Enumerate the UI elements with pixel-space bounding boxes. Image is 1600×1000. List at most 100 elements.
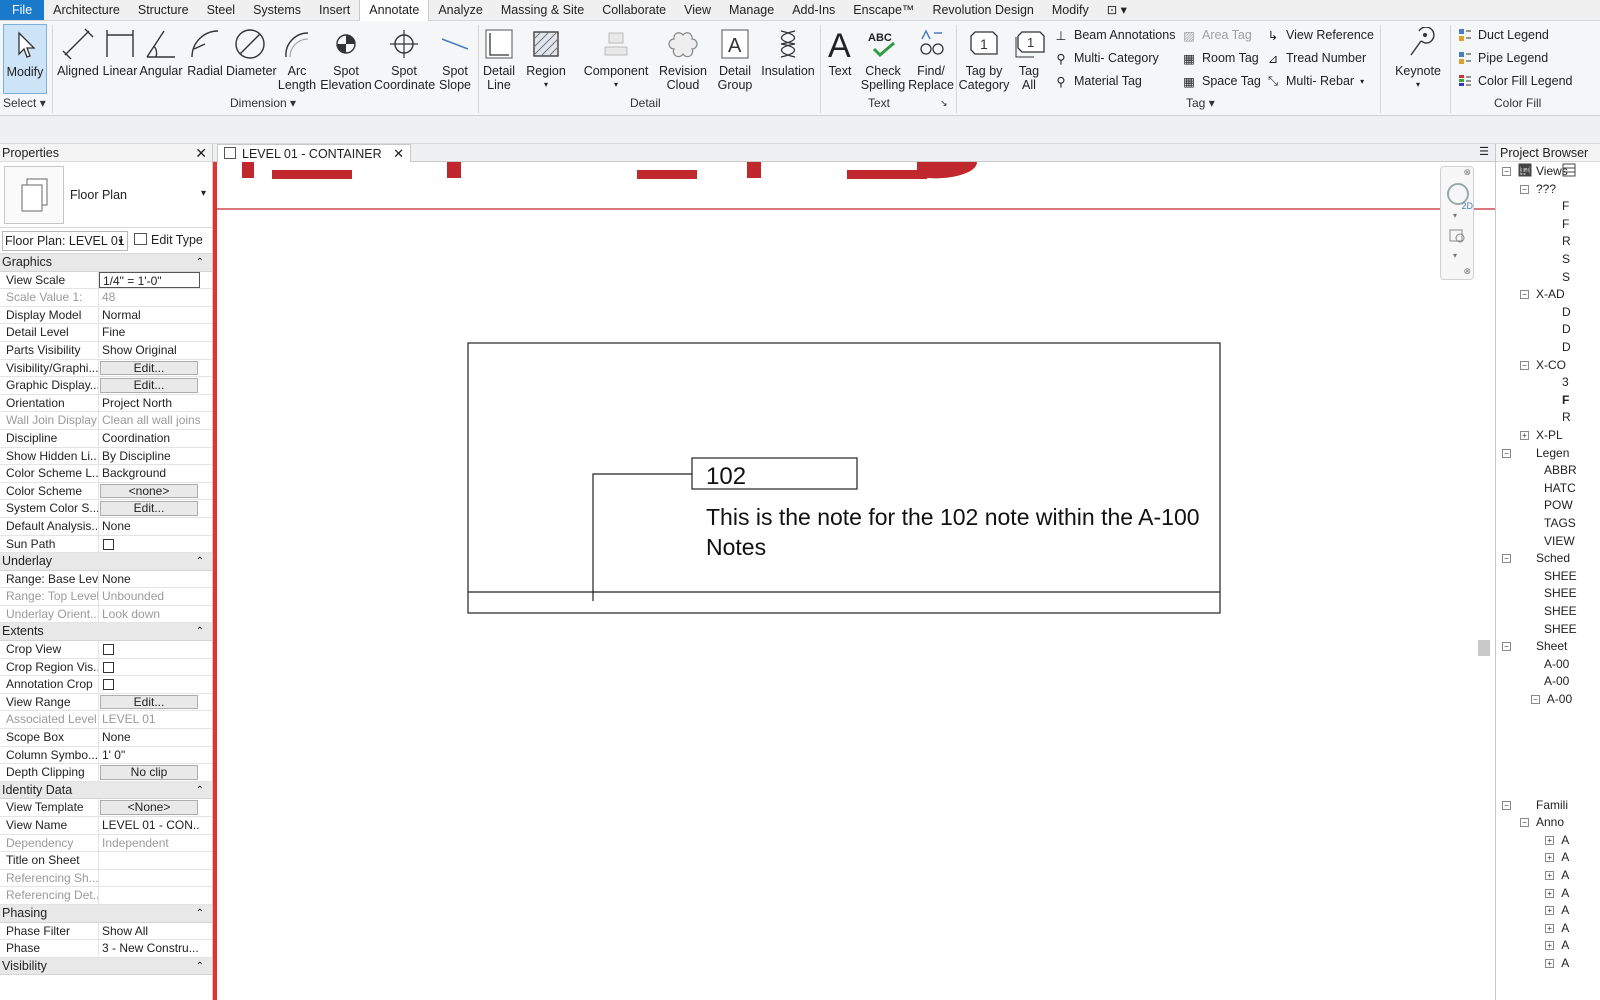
browser-node[interactable]: A (1561, 955, 1569, 972)
detail-group-button[interactable]: A Detail Group (712, 24, 758, 92)
collapse-icon[interactable]: ⌃ (196, 958, 204, 975)
browser-node[interactable]: VIEW (1544, 533, 1575, 550)
revision-cloud-button[interactable]: Revision Cloud (658, 24, 708, 92)
browser-node[interactable]: A (1561, 902, 1569, 919)
property-value[interactable]: Background (99, 465, 200, 482)
browser-node[interactable]: TAGS (1544, 515, 1576, 532)
collapse-icon[interactable]: − (1502, 800, 1511, 810)
browser-node[interactable]: X-PL (1536, 427, 1563, 444)
text-panel-launcher-icon[interactable]: ↘ (940, 98, 948, 109)
find-replace-button[interactable]: Find/Replace (906, 24, 956, 92)
browser-node[interactable]: A (1561, 937, 1569, 954)
insulation-button[interactable]: Insulation (760, 24, 816, 78)
browser-node[interactable]: SHEE (1544, 585, 1577, 602)
zoom-icon[interactable] (1449, 227, 1467, 245)
collapse-icon[interactable]: ⌃ (196, 254, 204, 271)
modify-button[interactable]: Modify (3, 24, 47, 94)
ribbon-tab-annotate[interactable]: Annotate (359, 0, 430, 22)
browser-node[interactable]: ??? (1536, 181, 1556, 198)
area-tag-button[interactable]: ▨ Area Tag (1180, 24, 1252, 46)
ribbon-tab-revolution-design[interactable]: Revolution Design (923, 0, 1042, 20)
property-edit-button[interactable]: Edit... (100, 360, 198, 376)
multi-category-tag-button[interactable]: ⚲ Multi- Category (1052, 47, 1158, 69)
keynote-text-line-1[interactable]: This is the note for the 102 note within… (706, 504, 1200, 530)
collapse-icon[interactable]: − (1520, 290, 1529, 300)
text-button[interactable]: A Text (823, 24, 857, 78)
browser-node[interactable]: Sheet (1536, 638, 1567, 655)
browser-node[interactable]: A-00 (1547, 691, 1572, 708)
close-tab-icon[interactable]: ✕ (393, 146, 404, 161)
browser-node[interactable]: Anno (1536, 814, 1564, 831)
checkbox[interactable] (103, 661, 114, 673)
property-edit-button[interactable]: Edit... (100, 501, 198, 516)
property-value[interactable]: Show Original (99, 342, 200, 359)
expand-icon[interactable]: + (1545, 871, 1555, 880)
browser-node[interactable]: R (1562, 233, 1571, 250)
spot-elevation-button[interactable]: Spot Elevation (320, 24, 372, 92)
expand-icon[interactable]: + (1545, 853, 1555, 863)
browser-node[interactable]: D (1562, 304, 1571, 321)
property-value[interactable]: None (99, 571, 200, 588)
property-value[interactable]: By Discipline (99, 448, 200, 465)
expand-icon[interactable]: + (1520, 431, 1529, 440)
browser-node[interactable]: HATC (1544, 480, 1576, 497)
close-nav-icon[interactable]: ⊗ (1463, 167, 1471, 178)
property-group-header[interactable]: Phasing ⌃ (0, 904, 212, 923)
material-tag-button[interactable]: ⚲ Material Tag (1052, 70, 1141, 92)
property-value[interactable]: 1' 0" (99, 747, 200, 764)
browser-node[interactable]: ABBR (1544, 462, 1577, 479)
keynote-button[interactable]: Keynote ▾ (1388, 24, 1448, 92)
drawing-canvas[interactable]: 102 This is the note for the 102 note wi… (213, 162, 1495, 1000)
keynote-text-line-2[interactable]: Notes (706, 534, 766, 560)
ribbon-tab-systems[interactable]: Systems (244, 0, 310, 20)
ribbon-tab-add-ins[interactable]: Add-Ins (783, 0, 844, 20)
tab-list-menu-icon[interactable]: ☰ (1479, 145, 1489, 158)
view-reference-button[interactable]: ↳ View Reference (1264, 24, 1374, 46)
collapse-icon[interactable]: − (1502, 167, 1511, 176)
collapse-icon[interactable]: − (1530, 695, 1540, 704)
collapse-icon[interactable]: − (1502, 642, 1511, 652)
color-fill-legend-button[interactable]: Color Fill Legend (1456, 70, 1573, 92)
expand-icon[interactable]: + (1545, 906, 1555, 916)
space-tag-button[interactable]: ▦ Space Tag (1180, 70, 1261, 92)
ribbon-tab-modify[interactable]: Modify (1043, 0, 1098, 20)
room-tag-button[interactable]: ▦ Room Tag (1180, 47, 1259, 69)
property-value[interactable]: Normal (99, 307, 200, 324)
ribbon-tab-steel[interactable]: Steel (198, 0, 245, 20)
property-value[interactable]: Project North (99, 395, 200, 412)
property-value[interactable] (99, 852, 200, 869)
collapse-icon[interactable]: − (1520, 818, 1529, 828)
browser-node[interactable]: F (1562, 392, 1569, 409)
browser-node[interactable]: F (1562, 216, 1569, 233)
file-menu[interactable]: File (0, 0, 45, 20)
browser-node[interactable]: Sched (1536, 550, 1570, 567)
close-icon[interactable]: ✕ (195, 144, 207, 162)
property-edit-button[interactable]: <none> (100, 483, 198, 499)
property-value[interactable]: None (99, 518, 200, 535)
linear-dimension-button[interactable]: Linear (101, 24, 139, 78)
expand-icon[interactable]: + (1545, 835, 1555, 845)
property-value[interactable]: 3 - New Constru... (99, 940, 200, 957)
browser-node[interactable]: D (1562, 339, 1571, 356)
browser-node[interactable]: A (1561, 832, 1569, 849)
dimension-panel-label[interactable]: Dimension ▾ (230, 96, 296, 110)
property-value[interactable]: LEVEL 01 - CON... (99, 817, 200, 834)
checkbox[interactable] (103, 679, 114, 691)
property-edit-button[interactable]: No clip (100, 765, 198, 780)
region-button[interactable]: Region ▾ (522, 24, 570, 92)
expand-icon[interactable]: + (1545, 923, 1555, 933)
browser-node[interactable]: A (1561, 849, 1569, 866)
edit-type-button[interactable]: Edit Type (134, 231, 203, 249)
ribbon-tab-architecture[interactable]: Architecture (44, 0, 129, 20)
collapse-icon[interactable]: ⌃ (196, 782, 204, 799)
collapse-icon[interactable]: − (1520, 360, 1529, 370)
spot-coordinate-button[interactable]: Spot Coordinate (374, 24, 435, 92)
browser-node[interactable]: X-CO (1536, 357, 1566, 374)
browser-node[interactable]: SHEE (1544, 603, 1577, 620)
expand-icon[interactable]: + (1545, 959, 1555, 968)
browser-node[interactable]: SHEE (1544, 621, 1577, 638)
checkbox[interactable] (103, 644, 114, 656)
browser-node[interactable]: X-AD (1536, 286, 1565, 303)
spot-slope-button[interactable]: Spot Slope (436, 24, 474, 92)
tag-panel-label[interactable]: Tag ▾ (1186, 96, 1215, 110)
